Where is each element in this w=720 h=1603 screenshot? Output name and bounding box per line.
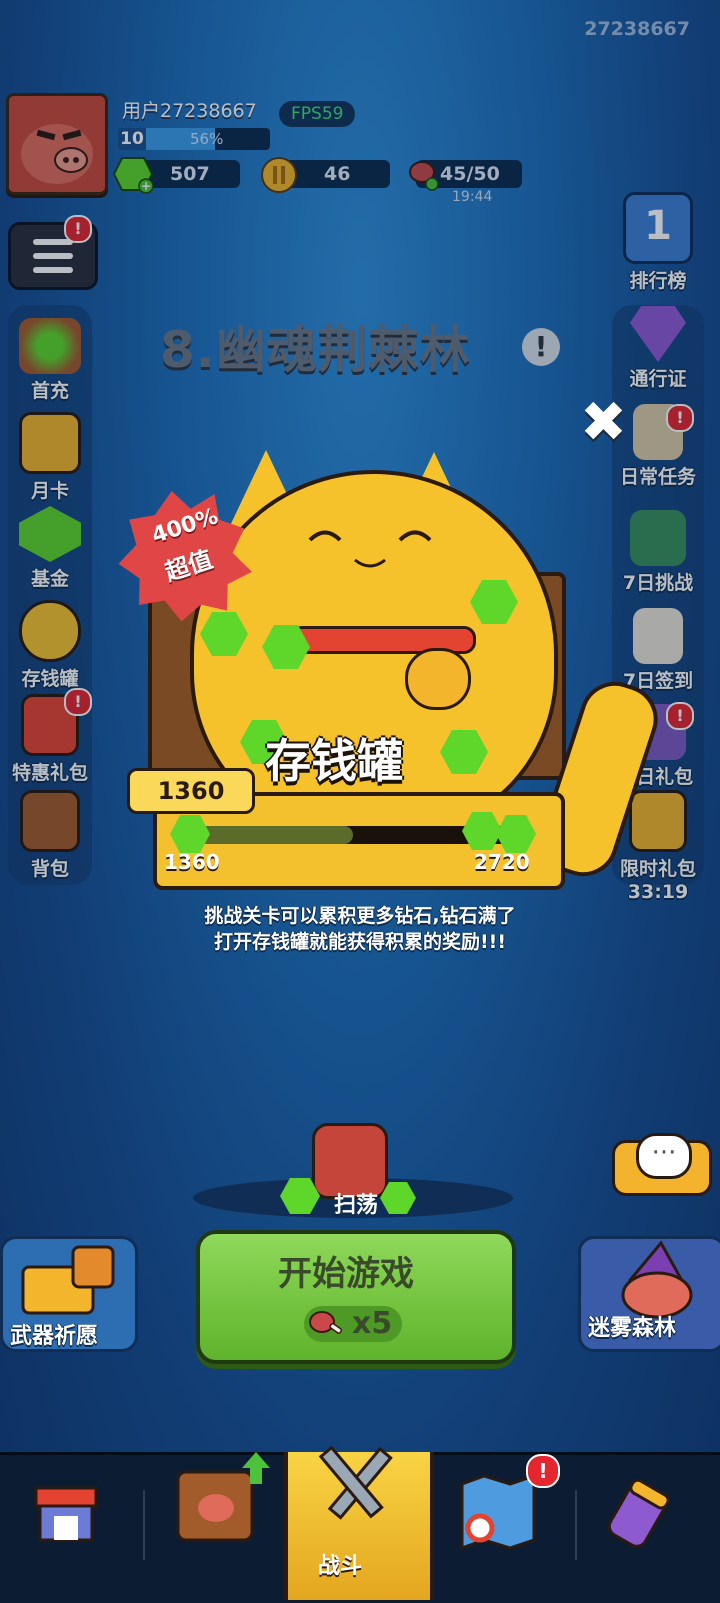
fog-forest-label: 迷雾森林 [588,1316,677,1341]
piggy-min-value: 1360 [164,850,220,874]
weapon-chest-icon [21,1245,115,1315]
crossed-swords-icon [318,1445,393,1520]
cat-face-icon [308,530,432,568]
piggy-current-gems: 1360 [127,768,255,814]
start-game-label: 开始游戏 [278,1254,414,1294]
nav-battle-label: 战斗 [318,1554,363,1579]
cat-bell [405,648,471,710]
piggy-description: 挑战关卡可以累积更多钻石,钻石满了 打开存钱罐就能获得积累的奖励!!! [150,903,570,955]
piggy-description-line2: 打开存钱罐就能获得积累的奖励!!! [214,931,506,953]
nav-divider [575,1490,577,1560]
shop-icon[interactable] [30,1478,102,1550]
piggy-description-line1: 挑战关卡可以累积更多钻石,钻石满了 [204,905,516,927]
world-map-icon[interactable] [458,1474,538,1550]
chat-bubble-icon: ··· [636,1133,692,1179]
scroll-tube-icon[interactable] [602,1474,682,1554]
piggy-max-value: 2720 [474,850,530,874]
map-badge: ! [526,1454,560,1488]
piggy-bank-title: 存钱罐 [265,734,403,788]
weapon-wish-label: 武器祈愿 [10,1324,99,1349]
nav-divider [143,1490,145,1560]
close-icon[interactable]: ✖ [580,395,627,451]
sweep-label: 扫荡 [334,1193,379,1218]
start-cost: x5 [352,1306,393,1341]
wizard-pig-icon [621,1240,693,1319]
meat-icon [309,1311,343,1334]
backpack-tab-icon[interactable] [170,1448,280,1548]
